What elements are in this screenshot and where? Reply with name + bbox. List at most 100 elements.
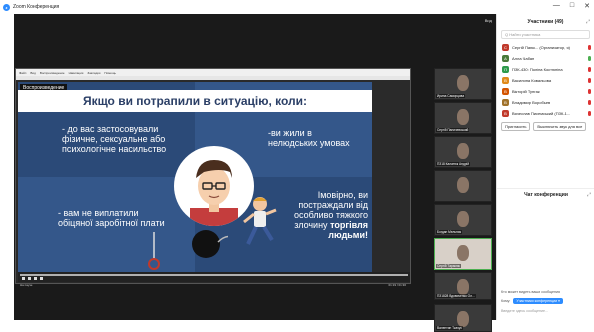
video-tile[interactable]: Сергій Паничевський xyxy=(434,102,492,134)
player-menubar: Файл Вид Воспроизведение Навигация Закла… xyxy=(16,69,410,76)
mic-muted-icon xyxy=(588,67,591,72)
mic-active-icon xyxy=(588,56,591,61)
next-icon[interactable] xyxy=(40,277,43,280)
player-status-left: На паузе xyxy=(20,283,33,287)
avatar: В xyxy=(502,110,509,117)
participant-face xyxy=(457,311,469,327)
mic-muted-icon xyxy=(588,78,591,83)
participant-face xyxy=(457,75,469,91)
menu-item-file[interactable]: Файл xyxy=(19,71,26,75)
participant-name: Владимир Воробьев xyxy=(512,100,551,105)
chat-visibility-notice[interactable]: Кто может видеть ваши сообщения xyxy=(501,290,591,294)
avatar: В xyxy=(502,77,509,84)
shared-screen: Файл Вид Воспроизведение Навигация Закла… xyxy=(15,68,411,287)
stop-icon[interactable] xyxy=(28,277,31,280)
video-tile[interactable] xyxy=(434,170,492,202)
chat-recipient-row: Кому: Участники конференции ▾ xyxy=(501,298,591,304)
participant-name: Василина Ковальова xyxy=(512,78,552,83)
participant-name: Сергій Паюк... (Организатор, я) xyxy=(512,45,570,50)
participant-row[interactable]: В Владимир Воробьев xyxy=(497,97,594,108)
video-tile[interactable]: Ирина Саморцова xyxy=(434,68,492,100)
video-tile[interactable]: ПЗ1828 Вдовиченко Ол... xyxy=(434,272,492,300)
slide-text-violence: - до вас застосовували фізичне, сексуаль… xyxy=(62,124,167,154)
mic-muted-icon xyxy=(588,89,591,94)
participant-face xyxy=(457,211,469,227)
participant-actions: Пригласить Выключить звук для все xyxy=(497,119,594,134)
tile-name: Богдан Мельник xyxy=(436,230,462,234)
popout-icon[interactable]: ⤢ xyxy=(587,189,591,201)
slide: Воспроизведение Якщо ви потрапили в ситу… xyxy=(18,82,372,272)
avatar: С xyxy=(502,44,509,51)
slide-title: Якщо ви потрапили в ситуацію, коли: xyxy=(18,90,372,112)
seek-bar[interactable] xyxy=(20,274,408,276)
tile-name: Ирина Саморцова xyxy=(436,94,466,98)
participant-row[interactable]: В Вячеслав Писемський (ПЗК-1... xyxy=(497,108,594,119)
maximize-icon[interactable]: □ xyxy=(570,2,574,10)
participant-face xyxy=(457,109,469,125)
chat-title: Чат конференции xyxy=(524,192,568,198)
participants-title: Участники (49) xyxy=(527,19,564,25)
player-controls xyxy=(18,272,410,282)
invite-button[interactable]: Пригласить xyxy=(501,122,531,131)
player-status-right: 01:19 / 01:30 xyxy=(388,283,406,287)
participant-face xyxy=(457,177,469,193)
participant-row[interactable]: П ПЗК-430: Поліна Костюніна xyxy=(497,64,594,75)
tile-name: Сергій Тарасюк xyxy=(436,264,461,268)
avatar: В xyxy=(502,88,509,95)
chat-recipient-dropdown[interactable]: Участники конференции ▾ xyxy=(513,298,563,304)
participant-face xyxy=(457,245,469,261)
participant-name: Алла Чабан xyxy=(512,56,535,61)
play-icon[interactable] xyxy=(22,277,25,280)
participant-row[interactable]: А Алла Чабан xyxy=(497,53,594,64)
chat-message-input[interactable]: Введите здесь сообщение... xyxy=(501,309,591,313)
video-tile[interactable]: Богдан Мельник xyxy=(434,204,492,236)
minimize-icon[interactable]: — xyxy=(553,2,560,10)
participant-search-input[interactable]: Q Найти участника xyxy=(501,30,590,39)
avatar: В xyxy=(502,99,509,106)
zoom-window: z Zoom Конференция — □ ✕ Вид Файл Вид Во… xyxy=(0,0,594,332)
window-title: Zoom Конференция xyxy=(13,4,60,10)
view-button[interactable]: Вид xyxy=(485,18,492,23)
mute-all-button[interactable]: Выключить звук для все xyxy=(533,122,587,131)
participant-name: Вікторій Тунгак xyxy=(512,89,540,94)
participant-row[interactable]: В Василина Ковальова xyxy=(497,75,594,86)
chat-to-label: Кому: xyxy=(501,299,511,303)
participant-face xyxy=(457,279,469,295)
slide-text-conclusion: Імовірно, ви постраждали від особливо тя… xyxy=(268,190,368,240)
participant-filmstrip: Ирина Саморцова Сергій Паничевський ПЗ18… xyxy=(434,68,492,332)
tile-name: ПЗ1828 Вдовиченко Ол... xyxy=(436,294,476,298)
zoom-logo-icon: z xyxy=(3,3,10,11)
participant-row[interactable]: С Сергій Паюк... (Организатор, я) xyxy=(497,42,594,53)
player-toolbar xyxy=(16,76,410,80)
menu-item-help[interactable]: Помощь xyxy=(104,71,116,75)
title-bar: z Zoom Конференция — □ ✕ xyxy=(0,0,594,14)
tile-name: Валентин Ткачук xyxy=(436,326,463,330)
mic-muted-icon xyxy=(588,45,591,50)
participant-row[interactable]: В Вікторій Тунгак xyxy=(497,86,594,97)
tile-name: Сергій Паничевський xyxy=(436,128,470,132)
menu-item-view[interactable]: Вид xyxy=(30,71,35,75)
avatar: А xyxy=(502,55,509,62)
window-controls: — □ ✕ xyxy=(553,2,590,10)
menu-item-bookmarks[interactable]: Закладки xyxy=(87,71,100,75)
mic-muted-icon xyxy=(588,111,591,116)
close-icon[interactable]: ✕ xyxy=(584,2,590,10)
video-tile-active-speaker[interactable]: Сергій Тарасюк xyxy=(434,238,492,270)
menu-item-navigation[interactable]: Навигация xyxy=(69,71,84,75)
participant-name: ПЗК-430: Поліна Костюніна xyxy=(512,67,563,72)
video-tile[interactable]: ПЗ18 Калатюк Андрій xyxy=(434,136,492,168)
avatar: П xyxy=(502,66,509,73)
menu-item-playback[interactable]: Воспроизведение xyxy=(40,71,65,75)
participant-list: С Сергій Паюк... (Организатор, я) А Алла Ч… xyxy=(497,42,594,119)
chat-header: Чат конференции ⤢ xyxy=(497,188,594,200)
slide-text-conditions: -ви жили в нелюдських умовах xyxy=(268,128,350,148)
slide-text-emphasis: торгівля людьми! xyxy=(328,220,368,240)
handcuff-icon xyxy=(148,232,160,270)
participant-name: Вячеслав Писемський (ПЗК-1... xyxy=(512,111,571,116)
participant-face xyxy=(457,143,469,159)
chat-footer: Кто может видеть ваши сообщения Кому: Уч… xyxy=(501,290,591,313)
prev-icon[interactable] xyxy=(34,277,37,280)
player-buttons xyxy=(22,277,43,280)
popout-icon[interactable]: ⤢ xyxy=(586,14,590,30)
video-tile[interactable]: Валентин Ткачук xyxy=(434,304,492,332)
